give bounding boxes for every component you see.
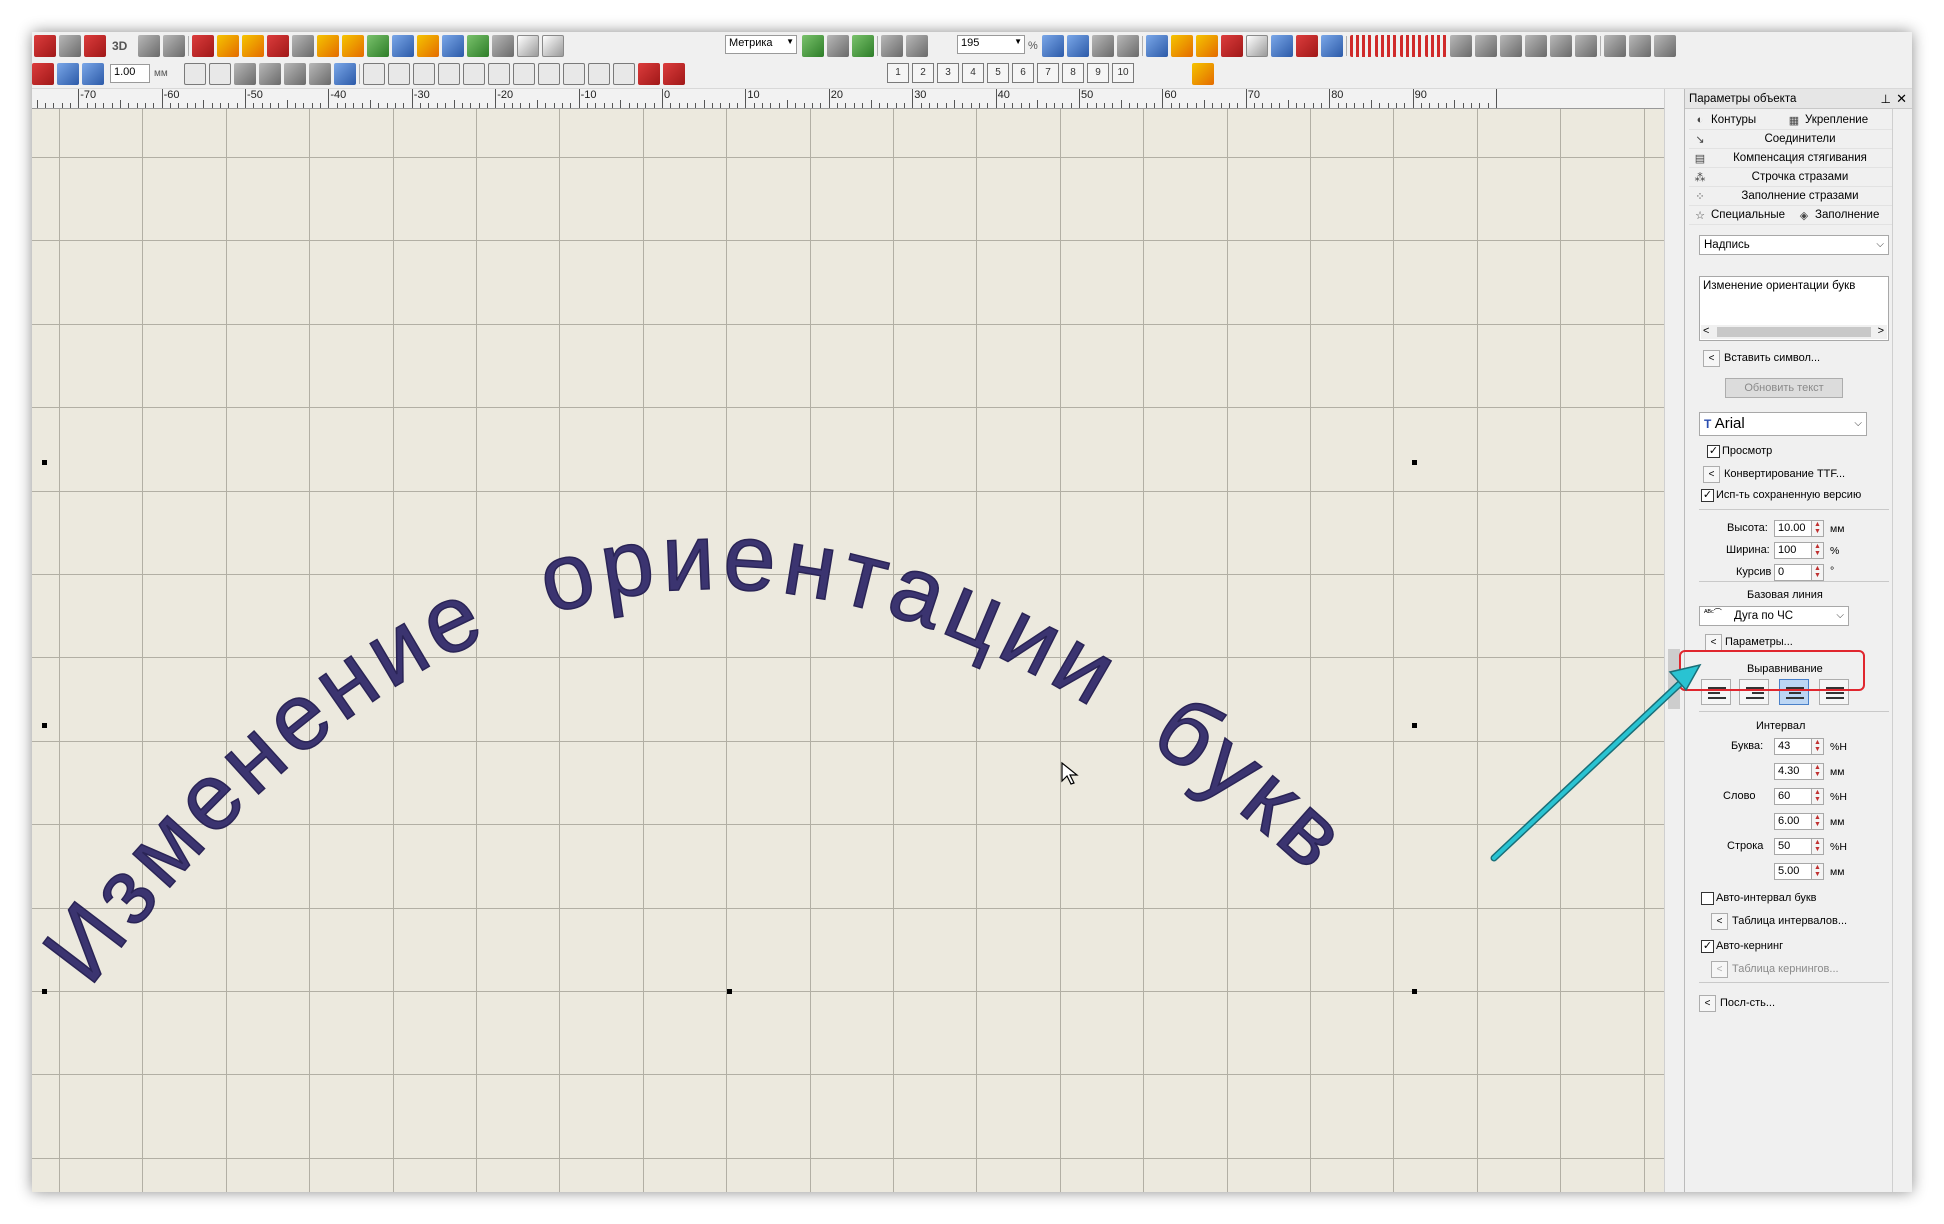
callout-arrow [1490,663,1702,862]
